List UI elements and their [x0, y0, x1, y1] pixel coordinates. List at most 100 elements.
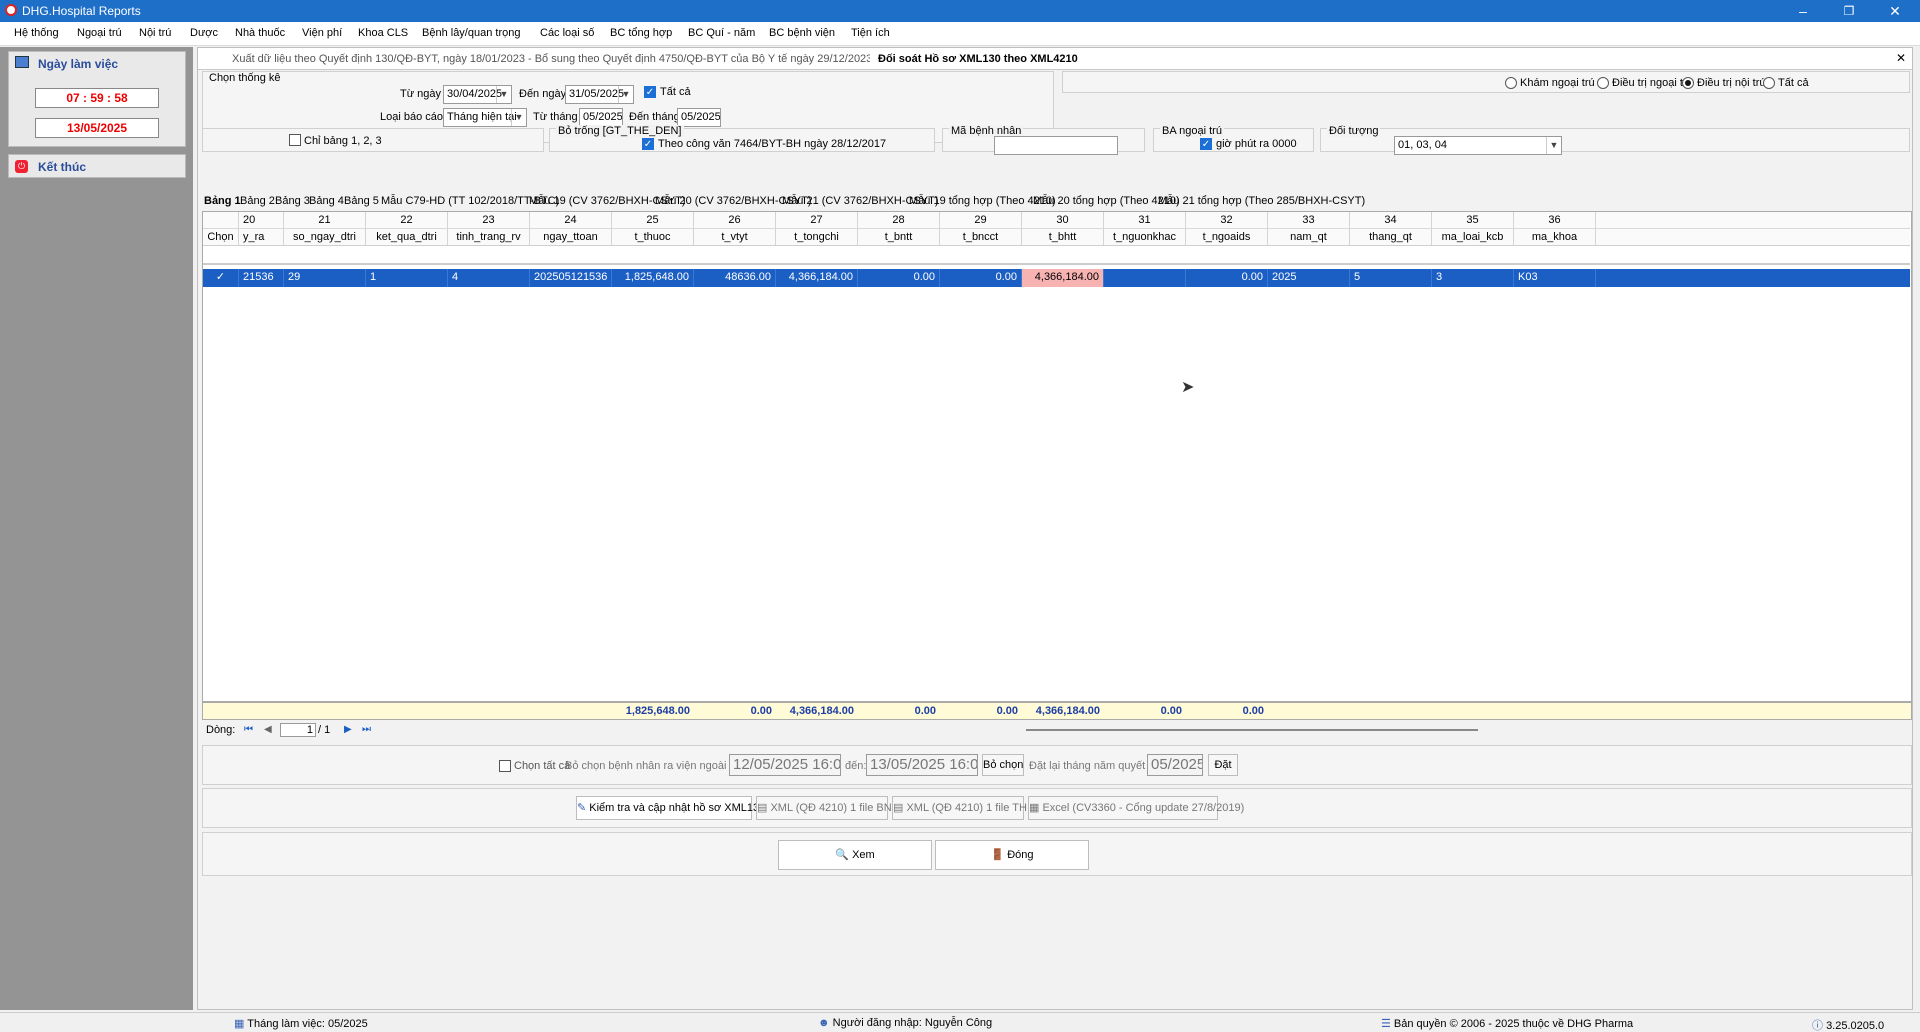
last-page-icon[interactable]: ⏭	[362, 724, 371, 735]
table-cell[interactable]: K03	[1514, 269, 1596, 287]
radio-kham-ngoai-tru[interactable]	[1505, 77, 1517, 89]
menu-noi-tru[interactable]: Nội trú	[139, 27, 171, 39]
column-header[interactable]: ngay_ttoan	[530, 229, 612, 245]
table-cell[interactable]: 29	[284, 269, 366, 287]
subtab-bang-2[interactable]: Bảng 2	[240, 195, 275, 207]
column-header-chon[interactable]: Chọn	[203, 229, 239, 245]
chevron-down-icon[interactable]: ▼	[618, 86, 633, 103]
column-header[interactable]: ma_khoa	[1514, 229, 1596, 245]
row-select-checkbox[interactable]: ✓	[203, 269, 239, 287]
column-header[interactable]: nam_qt	[1268, 229, 1350, 245]
view-button[interactable]: 🔍 Xem	[778, 840, 932, 870]
table-cell[interactable]: 4	[448, 269, 530, 287]
table-row[interactable]: ✓ 21536 29 1 4 202505121536 1,825,648.00…	[203, 269, 1910, 287]
table-cell[interactable]: 2025	[1268, 269, 1350, 287]
column-header[interactable]: t_bntt	[858, 229, 940, 245]
first-page-icon[interactable]: ⏮	[244, 724, 253, 735]
horizontal-scrollbar[interactable]	[1026, 729, 1478, 731]
column-header[interactable]: t_thuoc	[612, 229, 694, 245]
exit-item[interactable]: ⏻ Kết thúc	[8, 154, 186, 178]
select-all-checkbox[interactable]	[499, 760, 511, 772]
tab-xml130-export[interactable]: Xuất dữ liệu theo Quyết định 130/QĐ-BYT,…	[224, 50, 880, 68]
table-cell[interactable]: 3	[1432, 269, 1514, 287]
menu-duoc[interactable]: Dược	[190, 27, 218, 39]
column-header[interactable]: thang_qt	[1350, 229, 1432, 245]
menu-ngoai-tru[interactable]: Ngoại trú	[77, 27, 122, 39]
close-icon[interactable]: ✕	[1872, 0, 1918, 22]
table-cell[interactable]: 202505121536	[530, 269, 612, 287]
excel-export-button[interactable]: ▦ Excel (CV3360 - Cổng update 27/8/2019)	[1028, 796, 1244, 820]
table-cell[interactable]: 0.00	[940, 269, 1022, 287]
grid-filter-row[interactable]	[203, 247, 1910, 265]
column-header[interactable]: y_ra	[239, 229, 284, 245]
table-cell[interactable]: 4,366,184.00	[776, 269, 858, 287]
report-type-select[interactable]: Tháng hiện tại ▼	[443, 108, 527, 127]
table-cell[interactable]: 5	[1350, 269, 1432, 287]
menu-cac-loai-so[interactable]: Các loại số	[540, 27, 594, 39]
all-checkbox[interactable]: ✓	[644, 86, 656, 98]
tab-xml130-reconcile[interactable]: Đối soát Hồ sơ XML130 theo XML4210	[870, 50, 1086, 68]
column-header[interactable]: t_ngoaids	[1186, 229, 1268, 245]
table-cell-highlighted[interactable]: 4,366,184.00	[1022, 269, 1104, 287]
menu-he-thong[interactable]: Hệ thống	[14, 27, 59, 39]
exclude-from-input[interactable]: 12/05/2025 16:00	[729, 754, 841, 776]
column-header[interactable]: so_ngay_dtri	[284, 229, 366, 245]
exclude-to-input[interactable]: 13/05/2025 16:00	[866, 754, 978, 776]
to-month-input[interactable]: 05/2025	[677, 108, 721, 127]
subtab-bang-3[interactable]: Bảng 3	[275, 195, 310, 207]
menu-bc-tong-hop[interactable]: BC tổng hợp	[610, 27, 672, 39]
menu-nha-thuoc[interactable]: Nhà thuốc	[235, 27, 285, 39]
subtab-bang-5[interactable]: Bảng 5	[344, 195, 379, 207]
xml-4210-th-button[interactable]: ▤ XML (QĐ 4210) 1 file TH	[892, 796, 1027, 820]
exclude-button[interactable]: Bỏ chọn	[982, 754, 1024, 776]
page-input[interactable]: 1	[280, 723, 316, 737]
menu-bc-qui-nam[interactable]: BC Quí - năm	[688, 27, 755, 39]
next-page-icon[interactable]: ▶	[344, 724, 352, 735]
table-cell[interactable]: 1	[366, 269, 448, 287]
column-header[interactable]: tinh_trang_rv	[448, 229, 530, 245]
subject-select[interactable]: 01, 03, 04 ▼	[1394, 136, 1562, 155]
close-button[interactable]: 🚪 Đóng	[935, 840, 1089, 870]
chevron-down-icon[interactable]: ▼	[1546, 137, 1561, 154]
xml-4210-bn-button[interactable]: ▤ XML (QĐ 4210) 1 file BN	[756, 796, 892, 820]
to-date-input[interactable]: 31/05/2025 ▼	[565, 85, 634, 104]
only-tables-checkbox[interactable]	[289, 134, 301, 146]
cv-checkbox[interactable]: ✓	[642, 138, 654, 150]
menu-vien-phi[interactable]: Viện phí	[302, 27, 342, 39]
column-header[interactable]: ma_loai_kcb	[1432, 229, 1514, 245]
menu-benh-lay[interactable]: Bệnh lây/quan trọng	[422, 27, 520, 39]
check-update-xml130-button[interactable]: ✎ Kiểm tra và cập nhật hồ sơ XML130	[576, 796, 765, 820]
radio-tat-ca[interactable]	[1763, 77, 1775, 89]
column-header[interactable]: t_tongchi	[776, 229, 858, 245]
table-cell[interactable]: 21536	[239, 269, 284, 287]
close-tab-icon[interactable]: ✕	[1896, 51, 1906, 65]
minimize-icon[interactable]: –	[1780, 0, 1826, 22]
subtab-bang-1[interactable]: Bảng 1	[204, 195, 241, 207]
menu-khoa-cls[interactable]: Khoa CLS	[358, 27, 408, 39]
minute-checkbox[interactable]: ✓	[1200, 138, 1212, 150]
table-cell[interactable]: 0.00	[858, 269, 940, 287]
menu-tien-ich[interactable]: Tiện ích	[851, 27, 890, 39]
reset-value-input[interactable]: 05/2025	[1147, 754, 1203, 776]
column-header[interactable]: t_bncct	[940, 229, 1022, 245]
subtab-bang-4[interactable]: Bảng 4	[309, 195, 344, 207]
column-header[interactable]: ket_qua_dtri	[366, 229, 448, 245]
chevron-down-icon[interactable]: ▼	[511, 109, 526, 126]
column-header[interactable]: t_nguonkhac	[1104, 229, 1186, 245]
radio-dieu-tri-noi-tru[interactable]	[1682, 77, 1694, 89]
subtab-mau-21-th[interactable]: Mẫu 21 tổng hợp (Theo 285/BHXH-CSYT)	[1158, 195, 1365, 207]
chevron-down-icon[interactable]: ▼	[496, 86, 511, 103]
table-cell[interactable]	[1104, 269, 1186, 287]
prev-page-icon[interactable]: ◀	[264, 724, 272, 735]
column-header[interactable]: t_vtyt	[694, 229, 776, 245]
set-button[interactable]: Đặt	[1208, 754, 1238, 776]
column-header[interactable]: t_bhtt	[1022, 229, 1104, 245]
restore-icon[interactable]: ❐	[1826, 0, 1872, 22]
menu-bc-benh-vien[interactable]: BC bệnh viện	[769, 27, 835, 39]
table-cell[interactable]: 1,825,648.00	[612, 269, 694, 287]
from-date-input[interactable]: 30/04/2025 ▼	[443, 85, 512, 104]
patient-code-input[interactable]	[994, 136, 1118, 155]
table-cell[interactable]: 48636.00	[694, 269, 776, 287]
table-cell[interactable]: 0.00	[1186, 269, 1268, 287]
radio-dieu-tri-ngoai-tru[interactable]	[1597, 77, 1609, 89]
